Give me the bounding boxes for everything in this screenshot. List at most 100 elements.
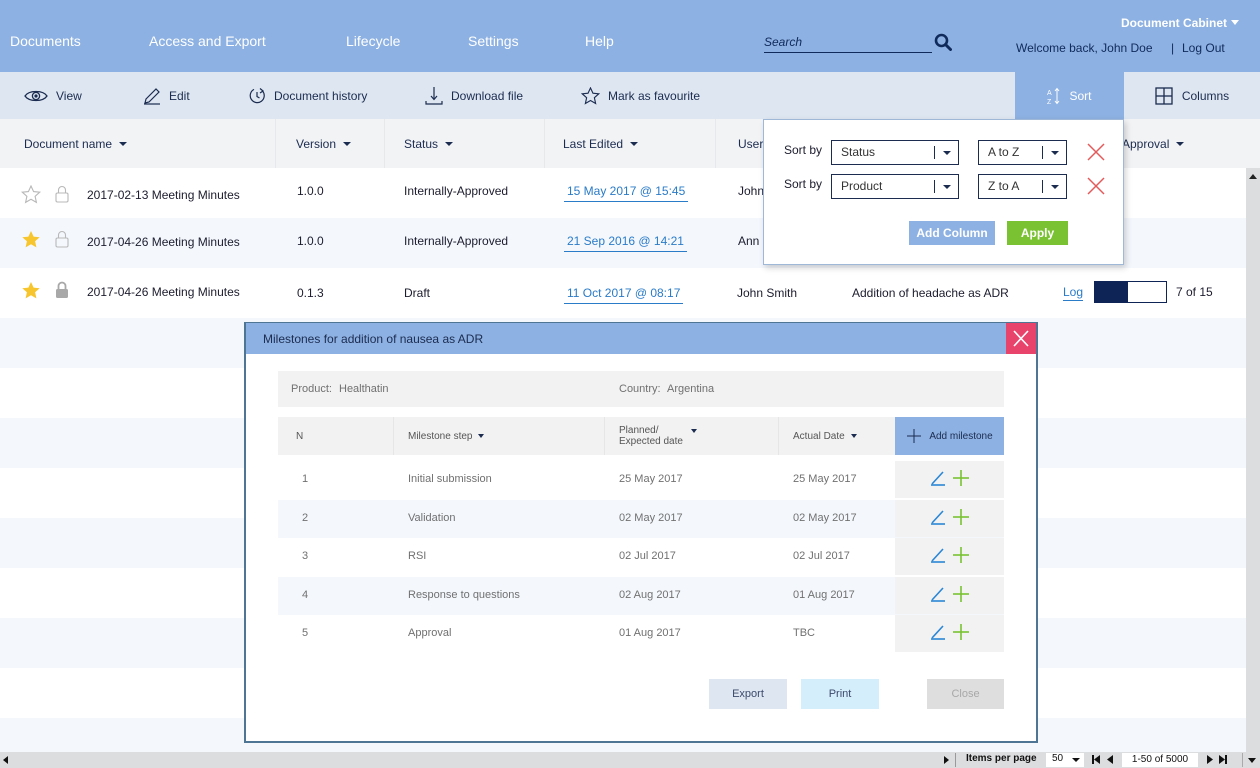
milestone-step: RSI [408, 550, 427, 562]
apply-button[interactable]: Apply [1007, 221, 1068, 245]
search-input[interactable] [764, 32, 932, 52]
star-filled-icon[interactable] [21, 230, 41, 249]
divider [955, 753, 956, 767]
actual-date: 02 May 2017 [793, 511, 857, 524]
milestone-actions [895, 538, 1004, 575]
star-filled-icon[interactable] [21, 281, 41, 300]
lock-closed-icon[interactable] [55, 281, 69, 299]
table-row[interactable]: 2017-04-26 Meeting Minutes 0.1.3 Draft 1… [0, 268, 1246, 318]
header-status[interactable]: Status [385, 119, 545, 168]
edit-pencil-icon[interactable] [930, 586, 946, 605]
nav-documents[interactable]: Documents [10, 33, 81, 49]
add-plus-icon[interactable] [952, 469, 970, 490]
document-history-button[interactable]: Document history [248, 72, 367, 119]
header-label: Approval [1122, 136, 1170, 151]
add-column-button[interactable]: Add Column [909, 221, 995, 245]
divider [1042, 180, 1043, 193]
add-plus-icon[interactable] [952, 508, 970, 529]
status: Draft [404, 286, 431, 300]
last-page-icon[interactable] [1219, 755, 1227, 764]
header-milestone-step[interactable]: Milestone step [394, 417, 605, 455]
nav-help[interactable]: Help [585, 33, 614, 49]
scroll-down-arrow-icon[interactable] [1248, 758, 1256, 763]
add-plus-icon[interactable] [952, 623, 970, 644]
edit-pencil-icon[interactable] [930, 624, 946, 643]
star-outline-icon[interactable] [21, 185, 41, 204]
header-version[interactable]: Version [276, 119, 385, 168]
modal-title: Milestones for addition of nausea as ADR [263, 332, 484, 346]
divider [934, 180, 935, 193]
sort-order-select-2[interactable]: Z to A [978, 174, 1067, 199]
edit-pencil-icon[interactable] [930, 470, 946, 489]
last-edited-link[interactable]: 11 Oct 2017 @ 08:17 [564, 286, 684, 304]
mark-favourite-button[interactable]: Mark as favourite [581, 72, 700, 119]
header-label: Actual Date [793, 430, 845, 442]
scroll-left-arrow-icon[interactable] [3, 756, 8, 764]
sort-column-select-1[interactable]: Status [831, 140, 959, 165]
sort-column-select-2[interactable]: Product [831, 174, 959, 199]
header-label: Last Edited [563, 136, 624, 151]
add-plus-icon[interactable] [952, 546, 970, 567]
edit-button[interactable]: Edit [143, 72, 190, 119]
sort-order-select-1[interactable]: A to Z [978, 140, 1067, 165]
view-button[interactable]: View [24, 72, 82, 119]
lock-open-outline-icon[interactable] [55, 185, 69, 203]
header-actual-date[interactable]: Actual Date [779, 417, 895, 455]
page-range: 1-50 of 5000 [1122, 753, 1198, 767]
sort-label: Sort [1069, 88, 1092, 103]
country-value: Argentina [667, 383, 715, 395]
remove-sort-rule-icon[interactable] [1086, 176, 1106, 196]
header-planned-date[interactable]: Planned/Expected date [605, 417, 779, 455]
chevron-down-icon [1072, 758, 1080, 762]
lock-open-outline-icon[interactable] [55, 230, 69, 248]
header-last-edited[interactable]: Last Edited [545, 119, 716, 168]
first-page-icon[interactable] [1092, 755, 1100, 764]
nav-access-export[interactable]: Access and Export [149, 33, 266, 49]
scroll-up-arrow-icon[interactable] [1249, 174, 1257, 179]
previous-page-icon[interactable] [1107, 755, 1113, 764]
nav-settings[interactable]: Settings [468, 33, 519, 49]
document-cabinet-dropdown[interactable]: Document Cabinet [1121, 16, 1239, 30]
print-button[interactable]: Print [801, 679, 879, 709]
log-link[interactable]: Log [1063, 285, 1084, 301]
edit-pencil-icon[interactable] [930, 547, 946, 566]
last-edited-link[interactable]: 15 May 2017 @ 15:45 [564, 184, 689, 202]
export-button[interactable]: Export [709, 679, 787, 709]
items-per-page-select[interactable]: 50 [1046, 753, 1084, 767]
search-icon[interactable] [934, 33, 952, 51]
country-label: Country: [619, 383, 661, 395]
download-file-button[interactable]: Download file [425, 72, 523, 119]
logout-link[interactable]: Log Out [1182, 41, 1225, 55]
modal-close-button[interactable] [1006, 323, 1036, 354]
document-name[interactable]: 2017-02-13 Meeting Minutes [87, 188, 240, 202]
remove-sort-rule-icon[interactable] [1086, 142, 1106, 162]
sort-button[interactable]: A Z Sort [1015, 72, 1124, 119]
header-approval[interactable]: Approval [1100, 119, 1260, 168]
vertical-scrollbar[interactable] [1246, 168, 1260, 752]
milestone-table-header: N Milestone step Planned/Expected date A… [278, 417, 1004, 455]
document-name[interactable]: 2017-04-26 Meeting Minutes [87, 285, 240, 299]
scroll-right-arrow-icon[interactable] [944, 756, 949, 764]
add-milestone-button[interactable]: Add milestone [895, 417, 1004, 455]
history-label: Document history [274, 88, 368, 103]
header-label: Planned/Expected date [619, 425, 683, 447]
document-name[interactable]: 2017-04-26 Meeting Minutes [87, 235, 240, 249]
sort-by-label: Sort by [784, 143, 823, 157]
planned-date: 01 Aug 2017 [619, 627, 681, 639]
edit-pencil-icon[interactable] [930, 509, 946, 528]
items-per-page-value: 50 [1052, 753, 1064, 764]
columns-button[interactable]: Columns [1124, 72, 1260, 119]
actual-date: 02 Jul 2017 [793, 550, 850, 562]
header-label: Milestone step [408, 430, 473, 442]
close-button[interactable]: Close [927, 679, 1004, 709]
add-plus-icon[interactable] [952, 585, 970, 606]
next-page-icon[interactable] [1207, 755, 1213, 764]
last-edited-link[interactable]: 21 Sep 2016 @ 14:21 [564, 234, 687, 252]
milestone-step: Initial submission [408, 473, 492, 485]
cabinet-label: Document Cabinet [1120, 16, 1227, 30]
header-document-name[interactable]: Document name [0, 119, 276, 168]
pagination-bar: Items per page 50 1-50 of 5000 [0, 752, 1260, 768]
nav-lifecycle[interactable]: Lifecycle [346, 33, 400, 49]
milestone-row: 5 Approval 01 Aug 2017 TBC [278, 615, 1004, 653]
version: 1.0.0 [297, 234, 324, 248]
